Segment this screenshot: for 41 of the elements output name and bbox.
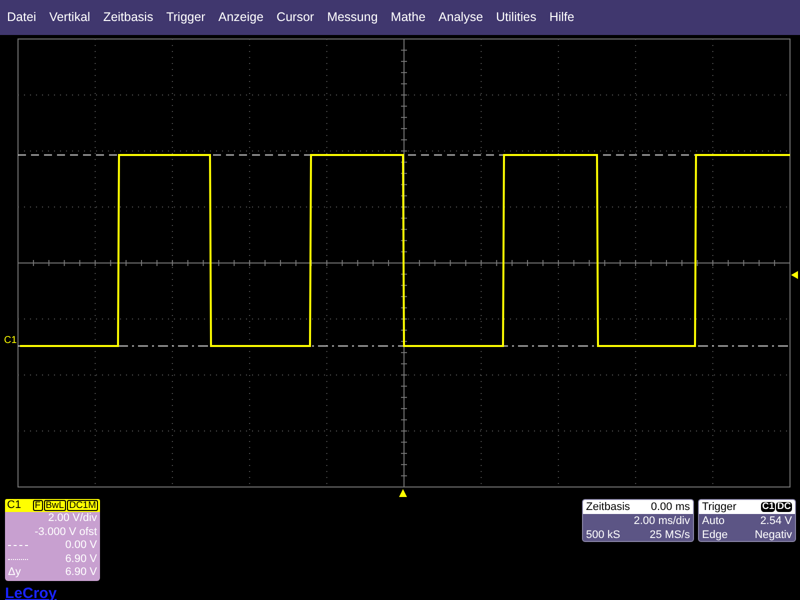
channel-tag: F — [32, 500, 43, 511]
channel-title: C1 — [7, 498, 22, 514]
row-label: 500 kS — [586, 528, 620, 542]
trigger-position-icon — [399, 489, 407, 497]
menu-item[interactable]: Analyse — [434, 11, 488, 24]
timebase-panel[interactable]: Zeitbasis 0.00 ms 2.00 ms/div 500 kS 25 MS/s — [582, 499, 694, 542]
panel-title: Trigger — [702, 500, 736, 515]
menu-item[interactable]: Messung — [322, 11, 383, 24]
trigger-level-icon — [791, 271, 798, 279]
row-value: 2.54 V — [760, 514, 792, 528]
row-value: -3.000 V ofst — [34, 526, 97, 539]
row-value: 6.90 V — [65, 566, 97, 580]
panel-value: 0.00 ms — [650, 500, 690, 515]
menu-item[interactable]: Trigger — [161, 11, 210, 24]
trigger-panel[interactable]: Trigger C1 DC Auto 2.54 V Edge Negativ — [698, 499, 796, 542]
row-label: Edge — [702, 528, 728, 542]
cursor-line-icon — [8, 545, 28, 546]
row-value: 25 MS/s — [650, 528, 690, 542]
menu-item[interactable]: Vertikal — [44, 11, 96, 24]
menu-item[interactable]: Utilities — [491, 11, 542, 24]
row-label: Δy — [8, 566, 21, 580]
menu-item[interactable]: Mathe — [386, 11, 431, 24]
menu-item[interactable]: Cursor — [272, 11, 320, 24]
trigger-tag: C1 — [761, 502, 776, 512]
menu-item[interactable]: Hilfe — [544, 11, 580, 24]
channel-label: C1 — [4, 335, 17, 346]
row-value: Negativ — [754, 528, 792, 542]
channel-tag: BwL — [44, 500, 66, 511]
row-value: 6.90 V — [65, 552, 97, 566]
panel-title: Zeitbasis — [586, 500, 630, 515]
trigger-tag: DC — [776, 502, 792, 512]
row-value: 2.00 V/div — [48, 512, 97, 526]
cursor-line-icon — [8, 558, 28, 560]
channel-panel[interactable]: C1 F BwL DC1M 2.00 V/div -3.000 V ofst 0.00 V 6.90 V Δy 6.90 V — [5, 499, 100, 580]
menu-item[interactable]: Zeitbasis — [98, 11, 158, 24]
row-label: Auto — [702, 514, 725, 528]
channel-tag: DC1M — [67, 500, 98, 511]
menu-item[interactable]: Anzeige — [213, 11, 269, 24]
row-value: 2.00 ms/div — [634, 514, 690, 528]
menu-item[interactable]: Datei — [2, 11, 42, 24]
row-value: 0.00 V — [65, 539, 97, 552]
